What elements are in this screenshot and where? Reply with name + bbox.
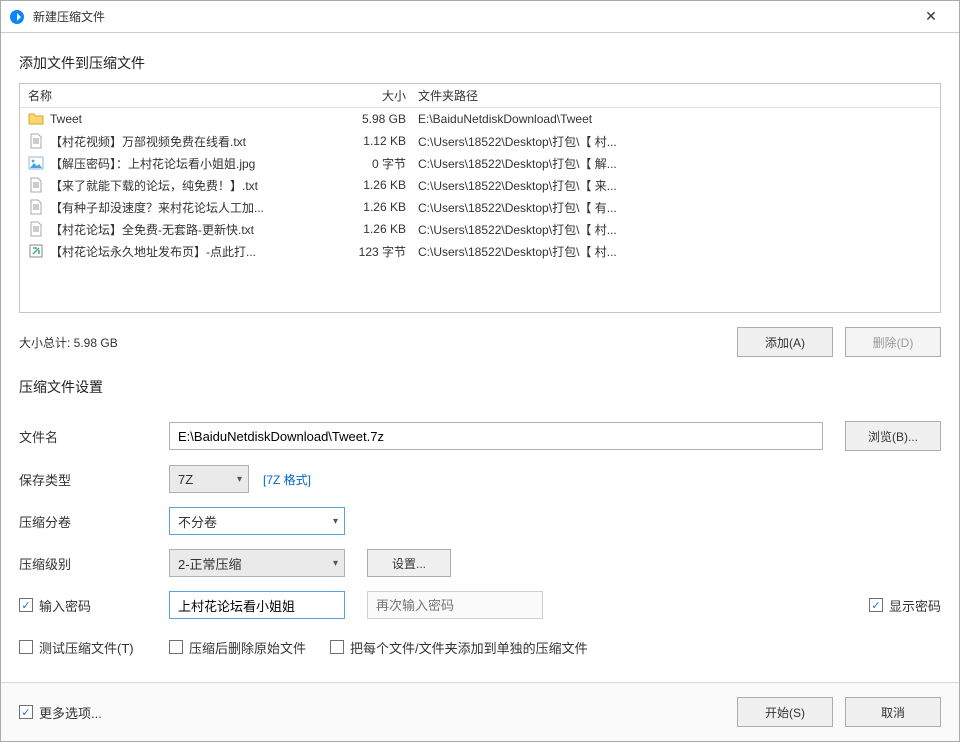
dialog-window: 新建压缩文件 ✕ 添加文件到压缩文件 名称 大小 文件夹路径 Tweet 5.98…	[0, 0, 960, 742]
file-list[interactable]: 名称 大小 文件夹路径 Tweet 5.98 GBE:\BaiduNetdiskD…	[19, 83, 941, 313]
row-savetype: 保存类型 7Z [7Z 格式]	[19, 465, 941, 493]
file-name: 【有种子却没速度？来村花论坛人工加...	[50, 199, 264, 216]
img-icon	[28, 155, 44, 171]
file-list-header: 名称 大小 文件夹路径	[20, 84, 940, 108]
total-bar: 大小总计: 5.98 GB 添加(A) 删除(D)	[19, 327, 941, 357]
file-name: 【解压密码】：上村花论坛看小姐姐.jpg	[50, 155, 255, 172]
label-filename: 文件名	[19, 427, 169, 446]
file-size: 5.98 GB	[338, 112, 418, 126]
file-path: C:\Users\18522\Desktop\打包\【 村...	[418, 133, 932, 150]
row-split: 压缩分卷 不分卷	[19, 507, 941, 535]
separate-checkbox[interactable]: 把每个文件/文件夹添加到单独的压缩文件	[330, 638, 588, 657]
password-confirm-input	[367, 591, 543, 619]
window-title: 新建压缩文件	[33, 8, 105, 25]
table-row[interactable]: 【有种子却没速度？来村花论坛人工加... 1.26 KBC:\Users\1852…	[20, 196, 940, 218]
label-level: 压缩级别	[19, 554, 169, 573]
add-files-heading: 添加文件到压缩文件	[19, 53, 941, 73]
checkbox-icon: ✓	[19, 598, 33, 612]
folder-icon	[28, 111, 44, 127]
table-row[interactable]: 【村花视频】万部视频免费在线看.txt 1.12 KBC:\Users\18522…	[20, 130, 940, 152]
file-path: C:\Users\18522\Desktop\打包\【 有...	[418, 199, 932, 216]
add-button[interactable]: 添加(A)	[737, 327, 833, 357]
checkbox-icon	[330, 640, 344, 654]
file-name: 【村花论坛】全免费-无套路-更新快.txt	[50, 221, 254, 238]
close-button[interactable]: ✕	[911, 2, 951, 32]
cancel-button[interactable]: 取消	[845, 697, 941, 727]
file-size: 1.26 KB	[338, 222, 418, 236]
col-header-path[interactable]: 文件夹路径	[418, 87, 932, 104]
password-input[interactable]	[169, 591, 345, 619]
total-size-label: 大小总计: 5.98 GB	[19, 334, 118, 351]
table-row[interactable]: Tweet 5.98 GBE:\BaiduNetdiskDownload\Twee…	[20, 108, 940, 130]
browse-button[interactable]: 浏览(B)...	[845, 421, 941, 451]
file-name: 【来了就能下载的论坛，纯免费！】.txt	[50, 177, 258, 194]
table-row[interactable]: 【村花论坛】全免费-无套路-更新快.txt 1.26 KBC:\Users\185…	[20, 218, 940, 240]
start-button[interactable]: 开始(S)	[737, 697, 833, 727]
deleteafter-checkbox[interactable]: 压缩后删除原始文件	[169, 638, 306, 657]
file-path: E:\BaiduNetdiskDownload\Tweet	[418, 112, 932, 126]
more-options-checkbox[interactable]: ✓ 更多选项...	[19, 703, 102, 722]
label-savetype: 保存类型	[19, 470, 169, 489]
row-options: 测试压缩文件(T) 压缩后删除原始文件 把每个文件/文件夹添加到单独的压缩文件	[19, 633, 941, 661]
txt-icon	[28, 133, 44, 149]
row-filename: 文件名 浏览(B)...	[19, 421, 941, 451]
row-level: 压缩级别 2-正常压缩 设置...	[19, 549, 941, 577]
file-path: C:\Users\18522\Desktop\打包\【 村...	[418, 243, 932, 260]
table-row[interactable]: 【村花论坛永久地址发布页】-点此打... 123 字节C:\Users\18522…	[20, 240, 940, 262]
file-size: 0 字节	[338, 155, 418, 172]
label-split: 压缩分卷	[19, 512, 169, 531]
remove-button[interactable]: 删除(D)	[845, 327, 941, 357]
file-size: 123 字节	[338, 243, 418, 260]
file-size: 1.26 KB	[338, 178, 418, 192]
format-link[interactable]: [7Z 格式]	[263, 471, 311, 488]
checkbox-icon	[169, 640, 183, 654]
row-password: ✓ 输入密码 ✓ 显示密码	[19, 591, 941, 619]
level-select[interactable]: 2-正常压缩	[169, 549, 345, 577]
file-rows: Tweet 5.98 GBE:\BaiduNetdiskDownload\Twee…	[20, 108, 940, 262]
file-size: 1.26 KB	[338, 200, 418, 214]
checkbox-icon: ✓	[869, 598, 883, 612]
txt-icon	[28, 199, 44, 215]
app-icon	[9, 9, 25, 25]
showpw-checkbox[interactable]: ✓ 显示密码	[869, 596, 941, 615]
savetype-select[interactable]: 7Z	[169, 465, 249, 493]
checkbox-icon: ✓	[19, 705, 33, 719]
settings-button[interactable]: 设置...	[367, 549, 451, 577]
content-area: 添加文件到压缩文件 名称 大小 文件夹路径 Tweet 5.98 GBE:\Bai…	[1, 33, 959, 682]
checkbox-icon	[19, 640, 33, 654]
filename-input[interactable]	[169, 422, 823, 450]
file-name: 【村花视频】万部视频免费在线看.txt	[50, 133, 246, 150]
settings-heading: 压缩文件设置	[19, 377, 941, 397]
split-select[interactable]: 不分卷	[169, 507, 345, 535]
url-icon	[28, 243, 44, 259]
titlebar: 新建压缩文件 ✕	[1, 1, 959, 33]
file-name: 【村花论坛永久地址发布页】-点此打...	[50, 243, 256, 260]
col-header-name[interactable]: 名称	[28, 87, 338, 104]
col-header-size[interactable]: 大小	[338, 87, 418, 104]
testarchive-checkbox[interactable]: 测试压缩文件(T)	[19, 638, 169, 657]
txt-icon	[28, 177, 44, 193]
file-path: C:\Users\18522\Desktop\打包\【 来...	[418, 177, 932, 194]
file-name: Tweet	[50, 112, 82, 126]
file-path: C:\Users\18522\Desktop\打包\【 村...	[418, 221, 932, 238]
file-path: C:\Users\18522\Desktop\打包\【 解...	[418, 155, 932, 172]
close-icon: ✕	[925, 8, 937, 25]
table-row[interactable]: 【解压密码】：上村花论坛看小姐姐.jpg 0 字节C:\Users\18522\D…	[20, 152, 940, 174]
enterpw-checkbox[interactable]: ✓ 输入密码	[19, 596, 91, 615]
file-size: 1.12 KB	[338, 134, 418, 148]
bottom-bar: ✓ 更多选项... 开始(S) 取消	[1, 682, 959, 741]
table-row[interactable]: 【来了就能下载的论坛，纯免费！】.txt 1.26 KBC:\Users\1852…	[20, 174, 940, 196]
txt-icon	[28, 221, 44, 237]
